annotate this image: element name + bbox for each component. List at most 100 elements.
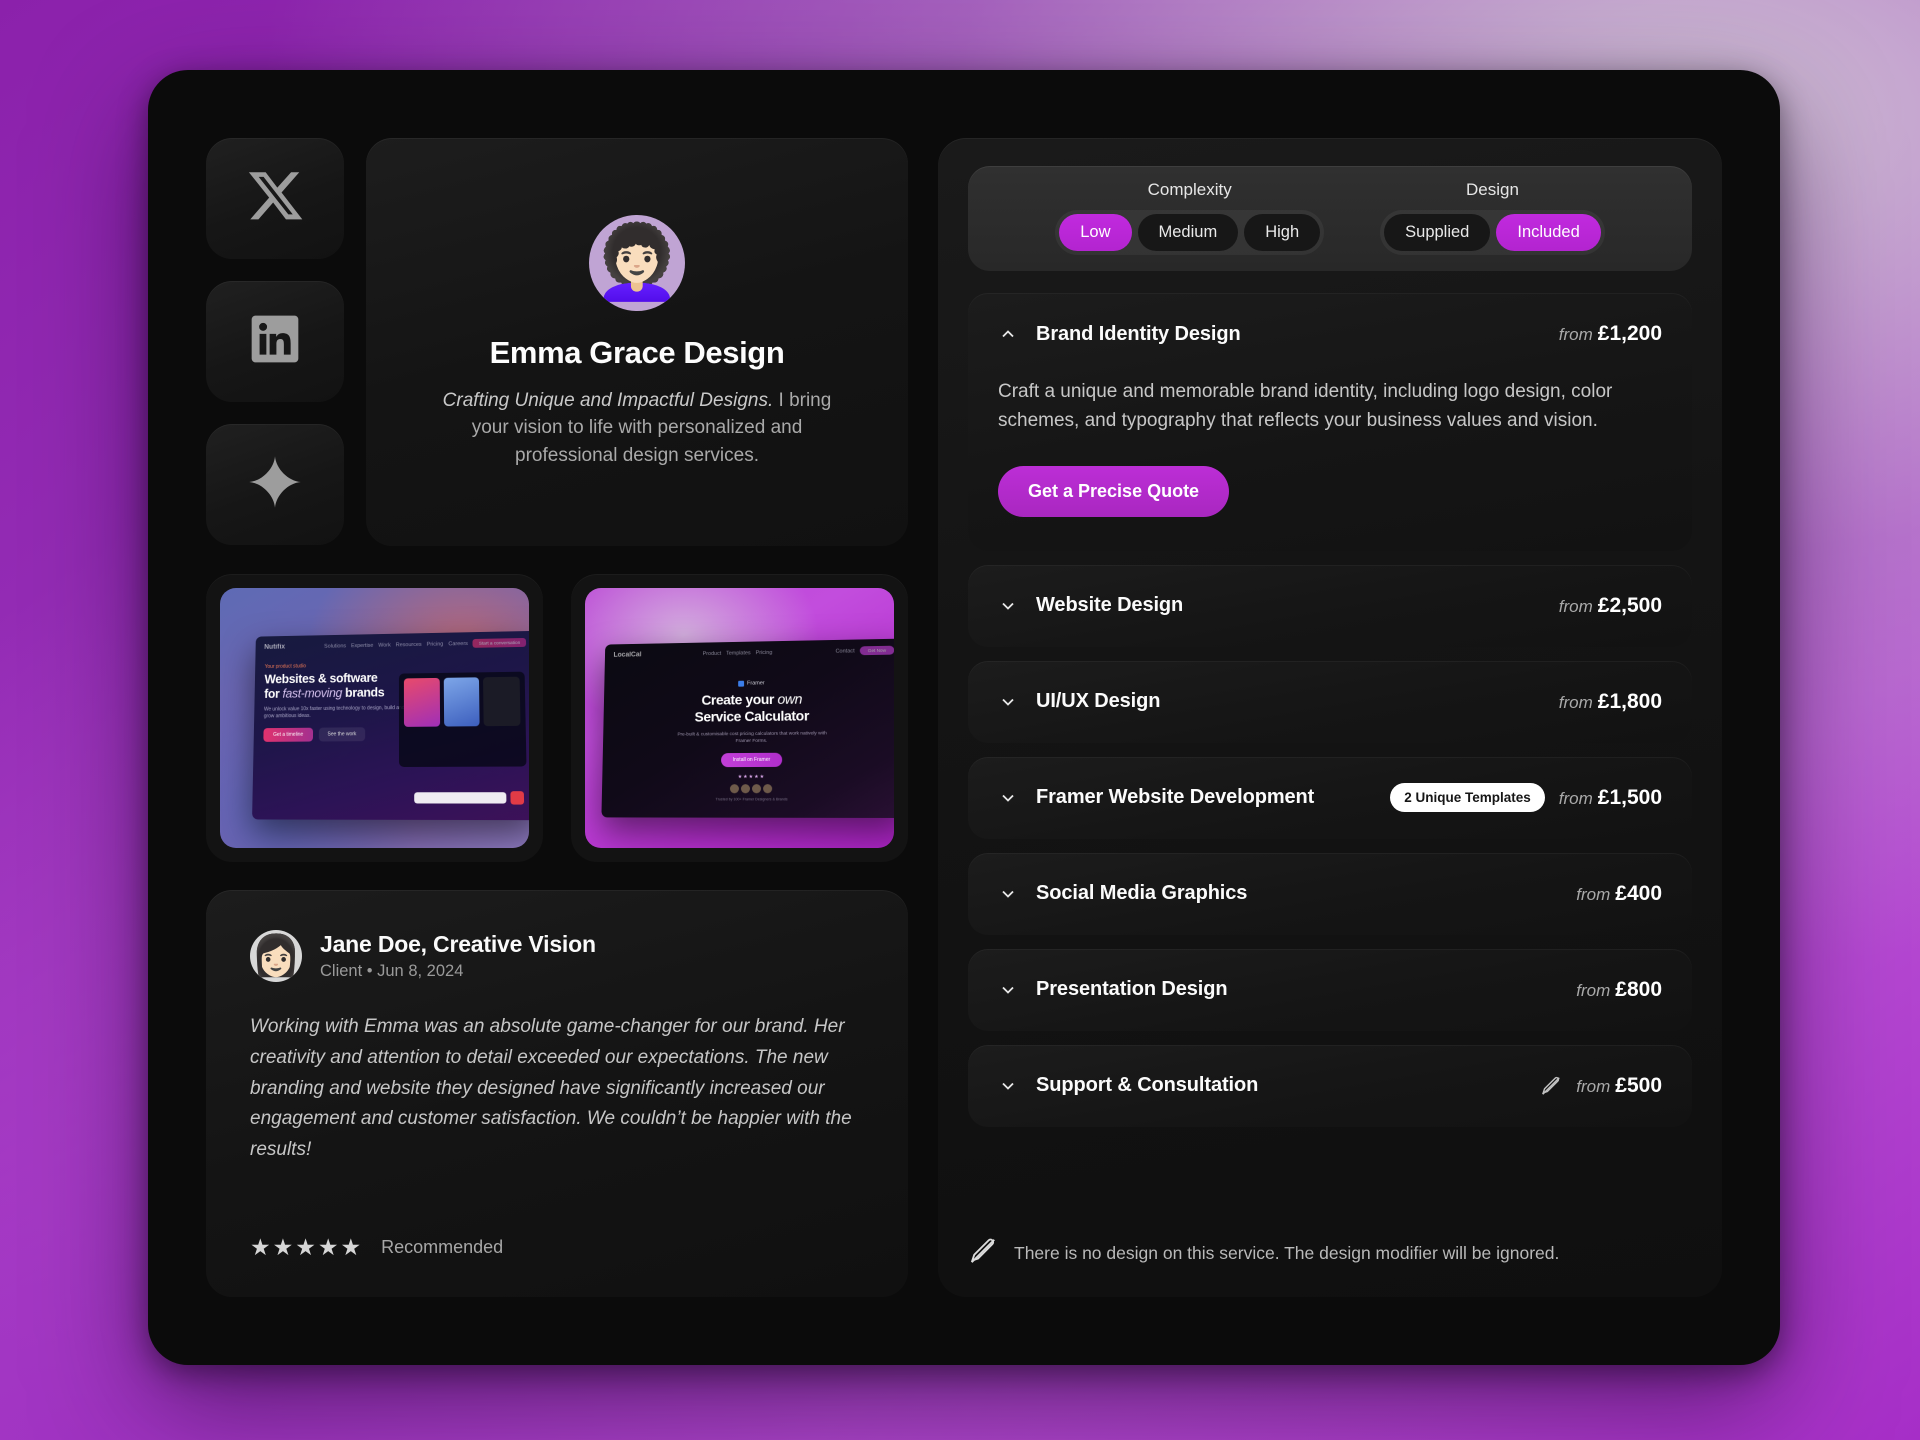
price-value: £2,500 (1597, 593, 1662, 617)
modifier-label: Design (1465, 180, 1519, 199)
social-link-framer[interactable] (206, 424, 344, 545)
linkedin-icon (247, 311, 303, 372)
portfolio-item-localcal[interactable]: LocalCal Product Templates Pricing Conta… (571, 574, 908, 862)
avatar: 👩🏻 (250, 930, 302, 982)
service-meta: from £1,800 (1559, 690, 1662, 714)
framer-star-icon (247, 454, 303, 515)
segmented-control-design: Supplied Included (1380, 210, 1605, 255)
mockup-nav-item: Product (703, 650, 722, 657)
service-price: from £1,800 (1559, 690, 1662, 714)
service-item-social-media-graphics[interactable]: Social Media Graphics from £400 (968, 852, 1692, 935)
mockup-nav-item: Solutions (324, 643, 347, 650)
service-item-brand-identity-design[interactable]: Brand Identity Design from £1,200 Craft a… (968, 293, 1692, 551)
mockup-heading: Create your own Service Calculator (615, 689, 893, 725)
price-from-label: from (1558, 788, 1593, 808)
mockup-mini-card (483, 677, 521, 727)
testimonial-footer: ★★★★★ Recommended (250, 1208, 864, 1261)
price-value: £1,200 (1597, 322, 1662, 345)
service-header[interactable]: Framer Website Development 2 Unique Temp… (998, 757, 1662, 839)
chevron-down-icon[interactable] (998, 1076, 1018, 1096)
service-price: from £500 (1576, 1074, 1662, 1098)
service-title: Framer Website Development (1036, 786, 1315, 809)
profile-section: 👩🏻‍🦱 Emma Grace Design Crafting Unique a… (206, 138, 908, 546)
mockup-card-panel (398, 672, 527, 767)
service-price: from £400 (1576, 882, 1662, 906)
portfolio-thumbnail-image: Nutifix Solutions Expertise Work Resourc… (220, 588, 529, 848)
chevron-down-icon[interactable] (998, 884, 1018, 904)
mockup-nav-item: Work (378, 642, 391, 649)
mockup-avatar-group (614, 784, 894, 794)
service-item-presentation-design[interactable]: Presentation Design from £800 (968, 948, 1692, 1031)
chevron-down-icon[interactable] (998, 692, 1018, 712)
mockup-heading-b: for (264, 686, 283, 701)
service-item-framer-website-development[interactable]: Framer Website Development 2 Unique Temp… (968, 756, 1692, 839)
app-window: 👩🏻‍🦱 Emma Grace Design Crafting Unique a… (148, 70, 1780, 1365)
mockup-nav-item: Careers (448, 640, 468, 648)
service-header[interactable]: Website Design from £2,500 (998, 565, 1662, 647)
mockup-nav-item: Pricing (426, 641, 444, 648)
website-mockup: LocalCal Product Templates Pricing Conta… (601, 638, 894, 818)
recommended-label: Recommended (381, 1237, 504, 1257)
mockup-primary-button: Install on Framer (721, 752, 783, 768)
segment-option-high[interactable]: High (1244, 214, 1321, 251)
service-description: Craft a unique and memorable brand ident… (998, 381, 1613, 432)
pencil-slash-icon (1540, 1075, 1562, 1097)
social-link-linkedin[interactable] (206, 281, 344, 402)
testimonial-card: 👩🏻 Jane Doe, Creative Vision Client • Ju… (206, 890, 908, 1297)
price-from-label: from (1576, 1076, 1611, 1096)
testimonial-quote: Working with Emma was an absolute game-c… (250, 1016, 852, 1161)
mockup-paragraph: Pre-built & customisable cost pricing ca… (677, 730, 828, 744)
services-panel: Complexity Low Medium High Design Suppli… (938, 138, 1722, 1297)
mockup-logo: LocalCal (613, 651, 642, 659)
service-header[interactable]: UI/UX Design from £1,800 (998, 661, 1662, 743)
mockup-chat-icon (510, 791, 525, 805)
segment-option-supplied[interactable]: Supplied (1384, 214, 1491, 251)
service-header[interactable]: Presentation Design from £800 (998, 949, 1662, 1031)
segment-option-included[interactable]: Included (1496, 214, 1601, 251)
mockup-framer-chip: Framer (738, 680, 765, 687)
mockup-footnote: Trusted by 100+ Framer Designers & Brand… (716, 797, 788, 802)
chevron-up-icon[interactable] (998, 324, 1018, 344)
service-title: Social Media Graphics (1036, 882, 1248, 905)
mockup-secondary-button: See the work (318, 727, 366, 742)
segment-option-medium[interactable]: Medium (1137, 214, 1239, 251)
chevron-down-icon[interactable] (998, 788, 1018, 808)
service-item-website-design[interactable]: Website Design from £2,500 (968, 564, 1692, 647)
price-value: £1,500 (1597, 785, 1662, 809)
service-title: UI/UX Design (1036, 690, 1161, 713)
mockup-hero: Framer Create your own Service Calculato… (602, 661, 894, 811)
price-value: £500 (1615, 1073, 1662, 1097)
modifier-group-design: Design Supplied Included (1380, 180, 1605, 255)
x-twitter-icon (247, 168, 303, 229)
profile-tagline: Crafting Unique and Impactful Designs. I… (427, 387, 847, 470)
mockup-nav-item: Expertise (350, 642, 374, 649)
chevron-down-icon[interactable] (998, 980, 1018, 1000)
service-header[interactable]: Brand Identity Design from £1,200 (998, 293, 1662, 375)
status-badge: 2 Unique Templates (1390, 783, 1545, 813)
service-header[interactable]: Social Media Graphics from £400 (998, 853, 1662, 935)
page-title: Emma Grace Design (489, 334, 785, 370)
get-quote-button[interactable]: Get a Precise Quote (998, 465, 1230, 517)
price-from-label: from (1576, 884, 1611, 904)
mockup-primary-button: Get a timeline (263, 727, 313, 743)
service-item-ui-ux-design[interactable]: UI/UX Design from £1,800 (968, 660, 1692, 743)
segment-option-low[interactable]: Low (1059, 214, 1132, 251)
service-meta: 2 Unique Templates from £1,500 (1390, 783, 1662, 813)
service-item-support-consultation[interactable]: Support & Consultation from £500 (968, 1044, 1692, 1127)
portfolio-thumbnails: Nutifix Solutions Expertise Work Resourc… (206, 574, 908, 862)
service-title: Presentation Design (1036, 978, 1228, 1001)
mockup-heading-c: brands (341, 685, 385, 700)
mockup-heading-a: Websites & software (264, 671, 378, 687)
portfolio-thumbnail-image: LocalCal Product Templates Pricing Conta… (585, 588, 894, 848)
mockup-nav-contact: Contact (835, 647, 856, 655)
modifier-group-complexity: Complexity Low Medium High (1055, 180, 1325, 255)
mockup-search-input (414, 792, 507, 804)
design-modifier-note: There is no design on this service. The … (968, 1208, 1692, 1271)
portfolio-item-nutifix[interactable]: Nutifix Solutions Expertise Work Resourc… (206, 574, 543, 862)
chevron-down-icon[interactable] (998, 596, 1018, 616)
service-header[interactable]: Support & Consultation from £500 (998, 1045, 1662, 1127)
testimonial-author: Jane Doe, Creative Vision (320, 931, 596, 957)
mockup-heading-em: fast-moving (282, 686, 342, 701)
service-price: from £1,500 (1559, 786, 1662, 810)
social-link-x-twitter[interactable] (206, 138, 344, 259)
